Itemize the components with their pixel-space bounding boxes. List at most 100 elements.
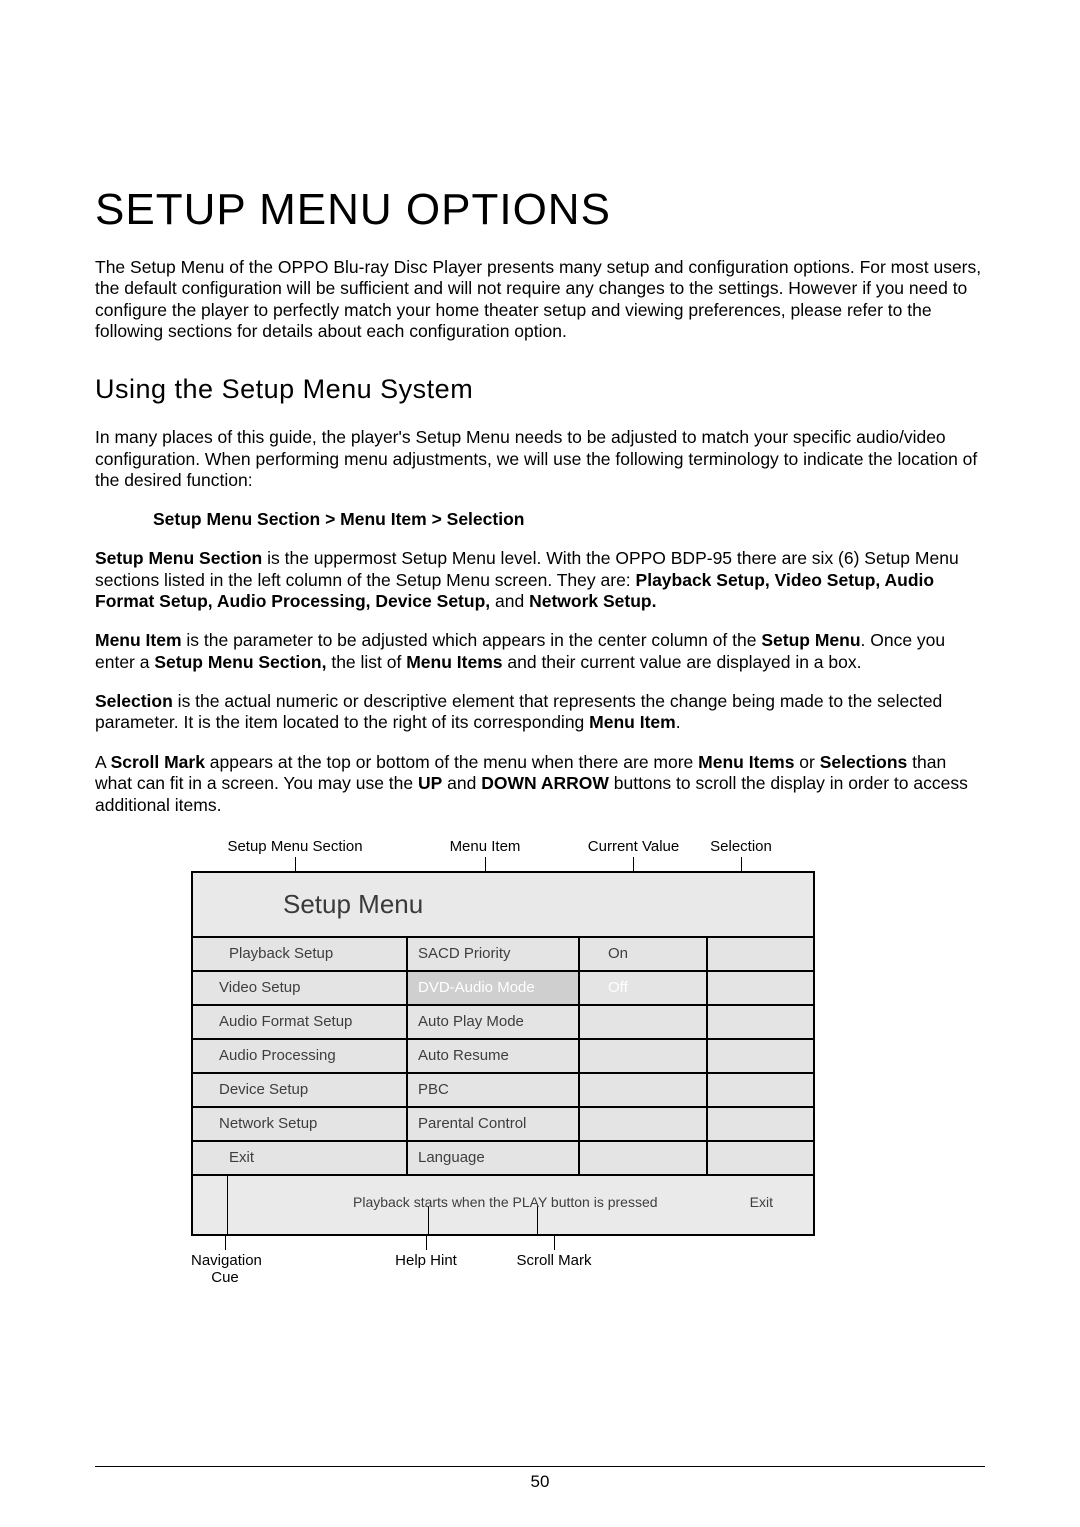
setup-menu-diagram: Setup Menu Playback Setup SACD Priority …	[191, 871, 815, 1236]
annotation-label: Selection	[710, 838, 772, 855]
emphasis: Scroll Mark	[111, 752, 205, 772]
diagram-row-highlight: Video Setup DVD-Audio Mode Off	[193, 970, 813, 1004]
page: SETUP MENU OPTIONS The Setup Menu of the…	[0, 0, 1080, 1527]
tick-line	[426, 1236, 427, 1250]
text: the list of	[326, 652, 406, 672]
diagram-selection-cell	[708, 1074, 813, 1106]
scroll-mark-paragraph: A Scroll Mark appears at the top or bott…	[95, 752, 985, 816]
annotation-current-value: Current Value	[571, 838, 696, 871]
diagram-value-cell	[580, 1006, 708, 1038]
diagram-item-cell: PBC	[408, 1074, 580, 1106]
diagram-item-cell: Auto Resume	[408, 1040, 580, 1072]
exit-label: Exit	[750, 1194, 773, 1210]
diagram-bottom-annotation-row: Navigation Cue Help Hint Scroll Mark	[95, 1236, 985, 1286]
page-footer-rule	[95, 1466, 985, 1467]
diagram-row: Device Setup PBC	[193, 1072, 813, 1106]
diagram-selection-cell	[708, 938, 813, 970]
annotation-label: Help Hint	[395, 1252, 457, 1269]
emphasis: Setup Menu	[761, 630, 860, 650]
diagram-item-cell: Auto Play Mode	[408, 1006, 580, 1038]
emphasis: Menu Items	[698, 752, 794, 772]
help-text: Playback starts when the PLAY button is …	[353, 1194, 658, 1210]
diagram-item-cell: Language	[408, 1142, 580, 1174]
diagram-item-cell: DVD-Audio Mode	[408, 972, 580, 1004]
text: and	[442, 773, 481, 793]
diagram-title: Setup Menu	[193, 873, 813, 936]
diagram-row: Audio Processing Auto Resume	[193, 1038, 813, 1072]
annotation-menu-item: Menu Item	[399, 838, 571, 871]
emphasis: Network Setup.	[529, 591, 656, 611]
annotation-label: Menu Item	[450, 838, 521, 855]
diagram-selection-cell	[708, 1142, 813, 1174]
intro-paragraph: The Setup Menu of the OPPO Blu-ray Disc …	[95, 257, 985, 342]
annotation-scroll-mark: Scroll Mark	[507, 1236, 601, 1286]
emphasis: Setup Menu Section	[95, 548, 262, 568]
annotation-label: Navigation Cue	[191, 1252, 262, 1286]
diagram-value-cell	[580, 1108, 708, 1140]
spacer	[461, 1236, 507, 1286]
diagram-value-cell	[580, 1074, 708, 1106]
diagram-section-cell: Audio Processing	[193, 1040, 408, 1072]
diagram-selection-cell	[708, 972, 813, 1004]
text: or	[794, 752, 819, 772]
diagram-help-bar: Playback starts when the PLAY button is …	[193, 1174, 813, 1236]
annotation-navigation-cue: Navigation Cue	[191, 1236, 259, 1286]
emphasis: Setup Menu Section,	[154, 652, 326, 672]
tick-line	[741, 857, 742, 871]
text: is the actual numeric or descriptive ele…	[95, 691, 942, 732]
tick-line	[295, 857, 296, 871]
text: appears at the top or bottom of the menu…	[205, 752, 698, 772]
text: .	[676, 712, 681, 732]
emphasis: Selections	[820, 752, 908, 772]
tick-line	[554, 1236, 555, 1250]
emphasis: Menu Item	[589, 712, 676, 732]
using-paragraph: In many places of this guide, the player…	[95, 427, 985, 491]
diagram-row: Exit Language	[193, 1140, 813, 1174]
diagram-section-cell: Audio Format Setup	[193, 1006, 408, 1038]
spacer	[259, 1236, 391, 1286]
annotation-selection: Selection	[696, 838, 786, 871]
diagram-selection-cell	[708, 1040, 813, 1072]
diagram-value-cell: Off	[580, 972, 708, 1004]
text: A	[95, 752, 111, 772]
tick-line	[633, 857, 634, 871]
selection-paragraph: Selection is the actual numeric or descr…	[95, 691, 985, 734]
diagram-item-cell: SACD Priority	[408, 938, 580, 970]
emphasis: UP	[418, 773, 442, 793]
breadcrumb: Setup Menu Section > Menu Item > Selecti…	[95, 509, 985, 530]
setup-menu-section-paragraph: Setup Menu Section is the uppermost Setu…	[95, 548, 985, 612]
section-heading: Using the Setup Menu System	[95, 374, 985, 405]
text: and	[490, 591, 529, 611]
emphasis: DOWN ARROW	[481, 773, 609, 793]
text: is the parameter to be adjusted which ap…	[182, 630, 762, 650]
page-title: SETUP MENU OPTIONS	[95, 185, 985, 235]
scroll-mark-tick	[537, 1206, 538, 1234]
diagram-section-cell: Exit	[193, 1142, 408, 1174]
diagram-value-cell: On	[580, 938, 708, 970]
diagram-top-annotation-row: Setup Menu Section Menu Item Current Val…	[95, 838, 985, 871]
help-hint-tick	[428, 1206, 429, 1234]
text: and their current value are displayed in…	[503, 652, 862, 672]
annotation-help-hint: Help Hint	[391, 1236, 461, 1286]
nav-cue-tick	[227, 1176, 228, 1234]
diagram-selection-cell	[708, 1006, 813, 1038]
diagram-section-cell: Playback Setup	[193, 938, 408, 970]
emphasis: Menu Items	[406, 652, 502, 672]
menu-item-paragraph: Menu Item is the parameter to be adjuste…	[95, 630, 985, 673]
diagram-value-cell	[580, 1142, 708, 1174]
annotation-label: Setup Menu Section	[227, 838, 362, 855]
annotation-label: Scroll Mark	[516, 1252, 591, 1269]
page-number: 50	[0, 1472, 1080, 1492]
diagram-selection-cell	[708, 1108, 813, 1140]
emphasis: Selection	[95, 691, 173, 711]
diagram-section-cell: Network Setup	[193, 1108, 408, 1140]
diagram-row: Audio Format Setup Auto Play Mode	[193, 1004, 813, 1038]
diagram-item-cell: Parental Control	[408, 1108, 580, 1140]
diagram-row: Network Setup Parental Control	[193, 1106, 813, 1140]
emphasis: Menu Item	[95, 630, 182, 650]
annotation-label: Current Value	[588, 838, 679, 855]
tick-line	[485, 857, 486, 871]
diagram-row: Playback Setup SACD Priority On	[193, 936, 813, 970]
diagram-section-cell: Video Setup	[193, 972, 408, 1004]
diagram-value-cell	[580, 1040, 708, 1072]
